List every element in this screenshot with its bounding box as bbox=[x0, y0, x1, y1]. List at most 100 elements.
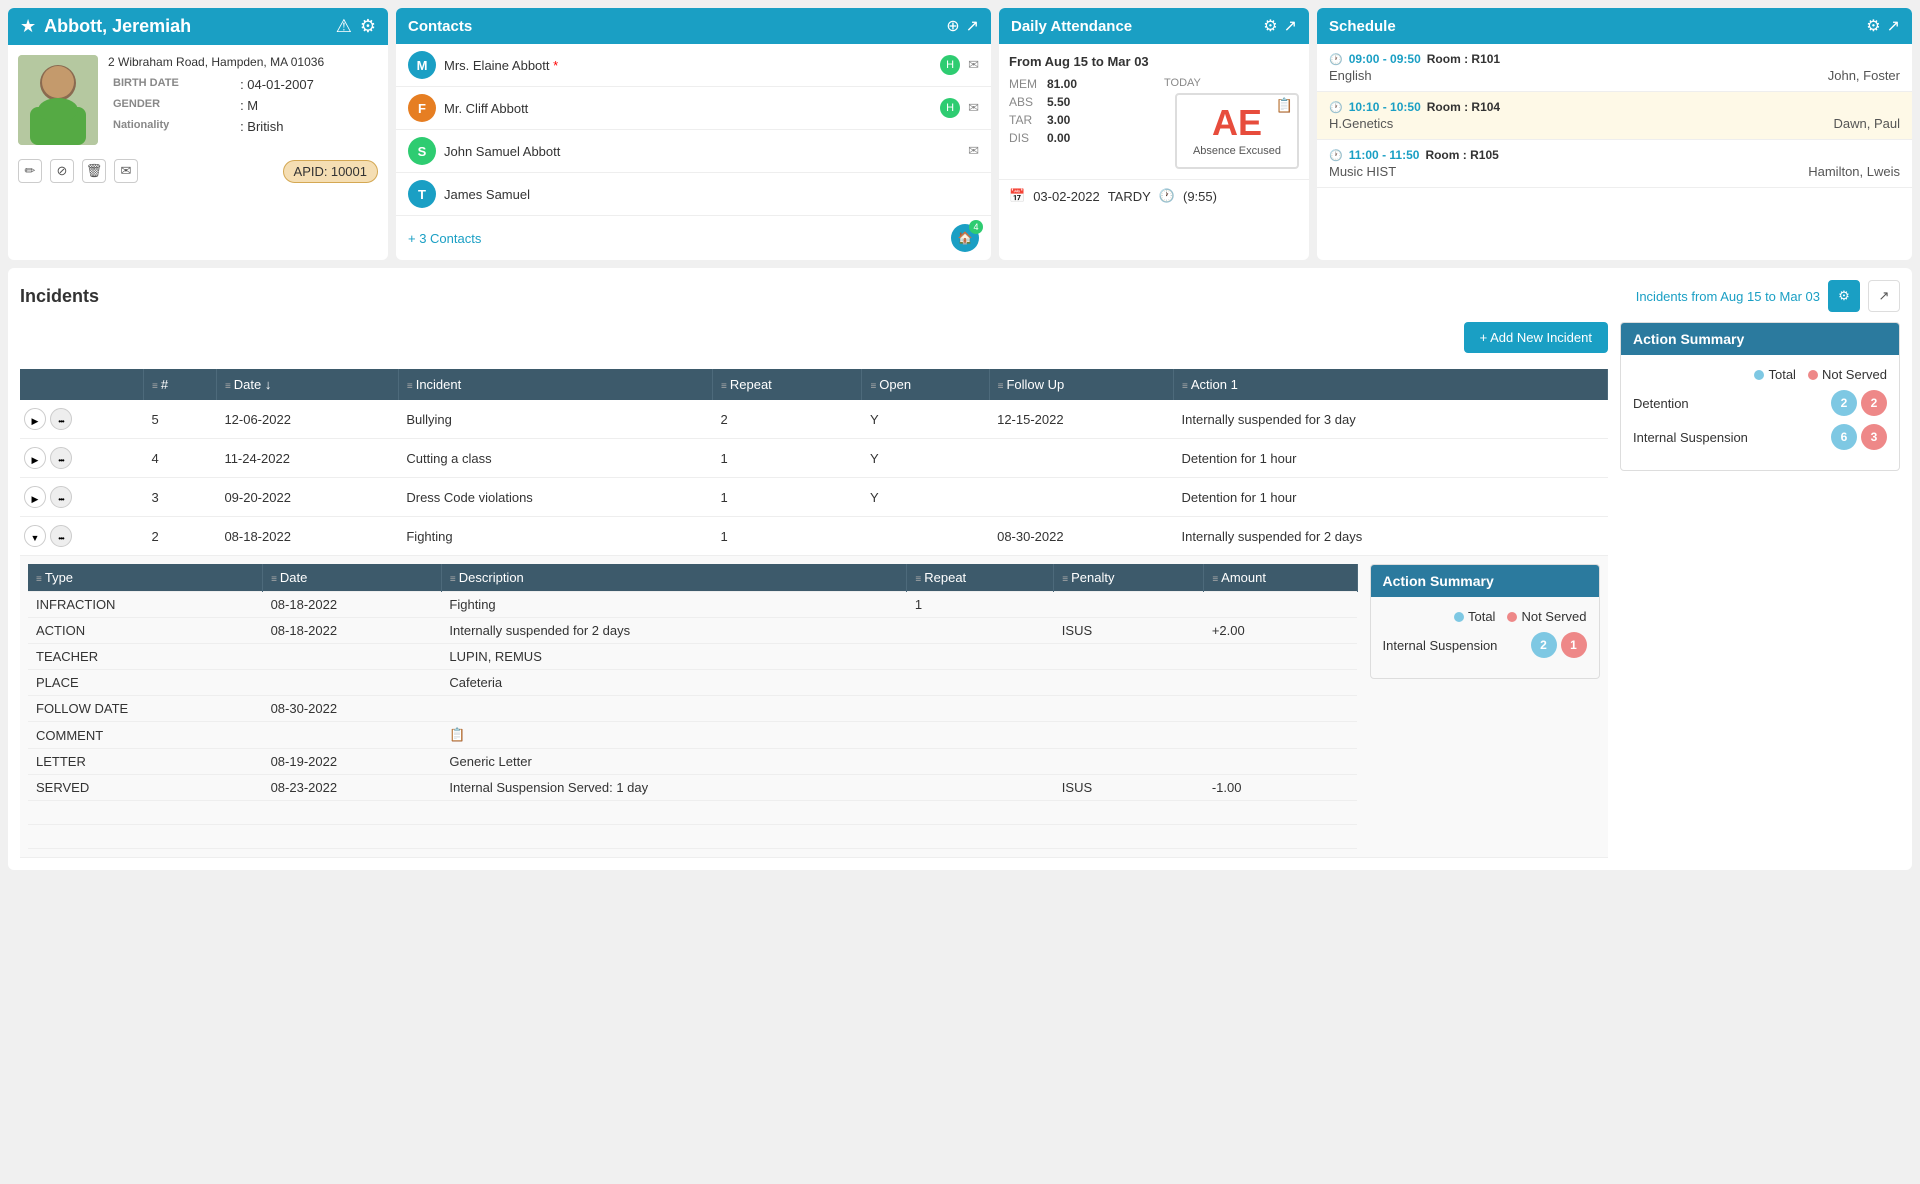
contact-avatar-1: M bbox=[408, 51, 436, 79]
detail-row-served: SERVED 08-23-2022 Internal Suspension Se… bbox=[28, 775, 1357, 801]
incident-repeat-3: 1 bbox=[713, 478, 862, 517]
add-contact-button[interactable]: ⊕ bbox=[946, 16, 959, 36]
detail-type-4: PLACE bbox=[28, 670, 263, 696]
calendar-icon: 📅 bbox=[1009, 188, 1025, 204]
contact-mail-3[interactable]: ✉ bbox=[968, 143, 979, 159]
incident-action-3: Detention for 1 hour bbox=[1174, 478, 1608, 517]
detail-desc-4: Cafeteria bbox=[441, 670, 907, 696]
schedule-teacher-1: John, Foster bbox=[1828, 68, 1900, 83]
badge-total-suspension: 6 bbox=[1831, 424, 1857, 450]
incidents-section: Incidents Incidents from Aug 15 to Mar 0… bbox=[8, 268, 1912, 870]
expand-btn-2[interactable] bbox=[24, 447, 46, 469]
schedule-item-3: 🕐 11:00 - 11:50 Room : R105 Music HIST H… bbox=[1317, 140, 1912, 188]
incident-date-1: 12-06-2022 bbox=[216, 400, 398, 439]
delete-icon[interactable]: 🗑 bbox=[82, 159, 106, 183]
incidents-content: + Add New Incident ≡# ≡Date ↓ ≡Incident … bbox=[20, 322, 1900, 858]
detail-desc-5 bbox=[441, 696, 907, 722]
contacts-title: Contacts bbox=[408, 18, 940, 35]
schedule-external-link[interactable]: ↗ bbox=[1887, 16, 1900, 36]
detail-row-teacher: TEACHER LUPIN, REMUS bbox=[28, 644, 1357, 670]
menu-btn-2[interactable] bbox=[50, 447, 72, 469]
more-count: 4 bbox=[969, 220, 983, 234]
incident-date-4: 08-18-2022 bbox=[216, 517, 398, 556]
detail-row-infraction: INFRACTION 08-18-2022 Fighting 1 bbox=[28, 592, 1357, 618]
col-open[interactable]: ≡Open bbox=[862, 369, 989, 400]
contacts-external-link[interactable]: ↗ bbox=[966, 16, 979, 36]
gender-label: GENDER bbox=[110, 96, 235, 115]
detail-desc-2: Internally suspended for 2 days bbox=[441, 618, 907, 644]
detail-amount-8: -1.00 bbox=[1204, 775, 1357, 801]
menu-btn-3[interactable] bbox=[50, 486, 72, 508]
tardy-label: TARDY bbox=[1108, 189, 1151, 204]
col-repeat[interactable]: ≡Repeat bbox=[713, 369, 862, 400]
schedule-room-1: Room : R101 bbox=[1427, 52, 1500, 66]
action-summary-panel: Action Summary Total Not Served bbox=[1620, 322, 1900, 858]
col-num[interactable]: ≡# bbox=[144, 369, 217, 400]
incident-row-2: 4 11-24-2022 Cutting a class 1 Y Detenti… bbox=[20, 439, 1608, 478]
warning-icon: ⚠ bbox=[336, 16, 352, 37]
attendance-external-link[interactable]: ↗ bbox=[1284, 16, 1297, 36]
contact-avatar-4: T bbox=[408, 180, 436, 208]
detail-amount-3 bbox=[1204, 644, 1357, 670]
col-date[interactable]: ≡Date ↓ bbox=[216, 369, 398, 400]
edit-icon[interactable]: ✏ bbox=[18, 159, 42, 183]
today-label: TODAY bbox=[1164, 77, 1201, 89]
incidents-settings-button[interactable]: ⚙ bbox=[1828, 280, 1860, 312]
detail-desc-6: 📋 bbox=[441, 722, 907, 749]
birth-date-value: : 04-01-2007 bbox=[237, 75, 376, 94]
home-badge: 🏠 4 bbox=[951, 224, 979, 252]
detail-repeat-3 bbox=[907, 644, 1054, 670]
contact-avatar-3: S bbox=[408, 137, 436, 165]
mail-icon[interactable]: ✉ bbox=[114, 159, 138, 183]
incident-date-3: 09-20-2022 bbox=[216, 478, 398, 517]
legend-dot-total-main bbox=[1754, 370, 1764, 380]
nationality-value: : British bbox=[237, 117, 376, 136]
contacts-card: Contacts ⊕ ↗ M Mrs. Elaine Abbott * H ✉ … bbox=[396, 8, 991, 260]
schedule-subject-1: English bbox=[1329, 68, 1372, 83]
incident-followup-4: 08-30-2022 bbox=[989, 517, 1173, 556]
contact-mail-2[interactable]: ✉ bbox=[968, 100, 979, 116]
expand-btn-1[interactable] bbox=[24, 408, 46, 430]
detail-date-5: 08-30-2022 bbox=[263, 696, 442, 722]
schedule-teacher-3: Hamilton, Lweis bbox=[1808, 164, 1900, 179]
detail-col-description[interactable]: ≡Description bbox=[441, 564, 907, 592]
menu-btn-4[interactable] bbox=[50, 525, 72, 547]
badge-notserved-detention: 2 bbox=[1861, 390, 1887, 416]
incident-action-2: Detention for 1 hour bbox=[1174, 439, 1608, 478]
menu-btn-1[interactable] bbox=[50, 408, 72, 430]
schedule-teacher-2: Dawn, Paul bbox=[1834, 116, 1900, 131]
attendance-date-range: From Aug 15 to Mar 03 bbox=[1009, 54, 1299, 69]
detail-col-type[interactable]: ≡Type bbox=[28, 564, 263, 592]
settings-icon[interactable]: ⚙ bbox=[360, 16, 376, 37]
detail-row-empty-2 bbox=[28, 825, 1357, 849]
detail-col-repeat[interactable]: ≡Repeat bbox=[907, 564, 1054, 592]
schedule-settings[interactable]: ⚙ bbox=[1866, 16, 1880, 36]
detail-amount-1 bbox=[1204, 592, 1357, 618]
detail-desc-7: Generic Letter bbox=[441, 749, 907, 775]
col-action1[interactable]: ≡Action 1 bbox=[1174, 369, 1608, 400]
expand-btn-4[interactable] bbox=[24, 525, 46, 547]
add-incident-button[interactable]: + Add New Incident bbox=[1464, 322, 1608, 353]
incidents-external-link[interactable]: ↗ bbox=[1868, 280, 1900, 312]
more-contacts[interactable]: + 3 Contacts 🏠 4 bbox=[396, 216, 991, 260]
attendance-settings[interactable]: ⚙ bbox=[1263, 16, 1277, 36]
contact-mail-1[interactable]: ✉ bbox=[968, 57, 979, 73]
detail-penalty-6 bbox=[1054, 722, 1204, 749]
col-incident[interactable]: ≡Incident bbox=[398, 369, 712, 400]
ae-code: AE bbox=[1193, 105, 1281, 141]
birth-date-label: BIRTH DATE bbox=[110, 75, 235, 94]
detail-col-amount[interactable]: ≡Amount bbox=[1204, 564, 1357, 592]
incidents-table-section: + Add New Incident ≡# ≡Date ↓ ≡Incident … bbox=[20, 322, 1608, 858]
student-card: ★ Abbott, Jeremiah ⚠ ⚙ 2 Wibraham Road bbox=[8, 8, 388, 260]
legend-total: Total bbox=[1754, 367, 1795, 382]
incident-action-4: Internally suspended for 2 days bbox=[1174, 517, 1608, 556]
detail-penalty-7 bbox=[1054, 749, 1204, 775]
expand-btn-3[interactable] bbox=[24, 486, 46, 508]
detail-col-penalty[interactable]: ≡Penalty bbox=[1054, 564, 1204, 592]
col-followup[interactable]: ≡Follow Up bbox=[989, 369, 1173, 400]
block-icon[interactable]: ⊘ bbox=[50, 159, 74, 183]
contact-item-1: M Mrs. Elaine Abbott * H ✉ bbox=[396, 44, 991, 87]
detail-col-date[interactable]: ≡Date bbox=[263, 564, 442, 592]
legend-notserved-label: Not Served bbox=[1521, 609, 1586, 624]
mem-value: 81.00 bbox=[1047, 77, 1077, 91]
